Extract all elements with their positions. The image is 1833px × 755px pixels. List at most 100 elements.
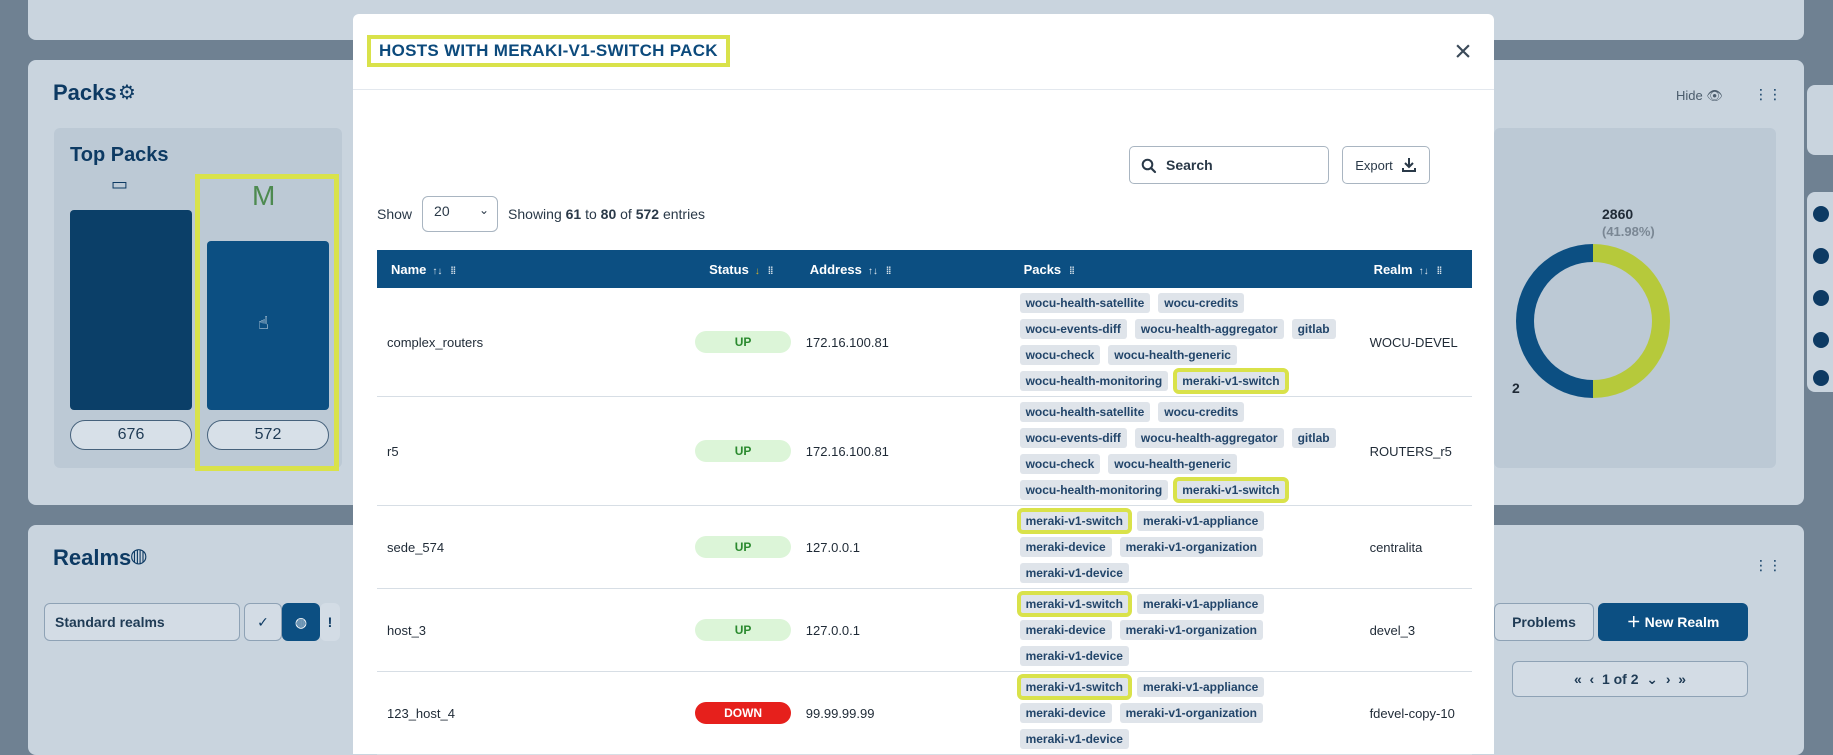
pack-tag[interactable]: wocu-health-aggregator (1134, 319, 1284, 339)
realm-filter-select[interactable]: Standard realms (44, 603, 240, 641)
hide-button[interactable]: Hide 👁 (1676, 88, 1723, 104)
pack-tag[interactable]: wocu-check (1019, 345, 1101, 365)
pack-tag[interactable]: meraki-v1-organization (1119, 620, 1263, 640)
host-name[interactable]: r5 (377, 396, 696, 506)
donut-partial-label: 2 (1512, 380, 1520, 396)
pack-tag[interactable]: meraki-v1-switch (1016, 674, 1132, 700)
pack-tag[interactable]: wocu-credits (1158, 293, 1245, 313)
pack-tag[interactable]: wocu-health-monitoring (1019, 480, 1169, 500)
alert-filter-button[interactable]: ! (320, 603, 340, 641)
pack-tag[interactable]: meraki-v1-device (1019, 729, 1129, 749)
chart-panel: 2860 (41.98%) 2 (1494, 128, 1776, 468)
pack-tag[interactable]: wocu-events-diff (1019, 319, 1127, 339)
check-filter-button[interactable]: ✓ (244, 603, 282, 641)
pack-tag[interactable]: wocu-health-generic (1108, 454, 1237, 474)
pack-tag[interactable]: meraki-v1-switch (1016, 508, 1132, 534)
host-address: 127.0.0.1 (795, 505, 1010, 589)
table-row[interactable]: r5 UP 172.16.100.81 wocu-health-satellite wo… (377, 396, 1472, 506)
column-header-name[interactable]: Name ↑↓ ⁞⁞ (377, 250, 696, 288)
pack-tag[interactable]: wocu-health-satellite (1019, 293, 1151, 313)
status-badge: UP (695, 331, 792, 353)
pack-tag[interactable]: wocu-health-aggregator (1134, 428, 1284, 448)
pack-tag[interactable]: gitlab (1291, 319, 1336, 339)
drag-handle-icon[interactable]: ⋮⋮ (1754, 86, 1782, 103)
donut-chart[interactable] (1516, 244, 1670, 398)
host-name[interactable]: sede_574 (377, 505, 696, 589)
column-header-address[interactable]: Address ↑↓ ⁞⁞ (795, 250, 1010, 288)
side-tab-icon[interactable] (1813, 332, 1829, 348)
pack-tag[interactable]: meraki-device (1019, 537, 1112, 557)
pack-tag[interactable]: meraki-v1-switch (1173, 477, 1289, 503)
pack-tag[interactable]: meraki-v1-switch (1173, 368, 1289, 394)
pack-tag[interactable]: meraki-v1-appliance (1136, 594, 1265, 614)
table-row[interactable]: sede_574 UP 127.0.0.1 meraki-v1-switch merak… (377, 505, 1472, 589)
side-tab-icon[interactable] (1813, 248, 1829, 264)
packs-cell: wocu-health-satellite wocu-credits wocu-ev… (1009, 396, 1360, 506)
host-name[interactable]: 123_host_4 (377, 671, 696, 755)
table-row[interactable]: 123_host_4 DOWN 99.99.99.99 meraki-v1-switc… (377, 671, 1472, 755)
pack-tag[interactable]: meraki-v1-organization (1119, 537, 1263, 557)
modal-header: HOSTS WITH MERAKI-V1-SWITCH PACK × (353, 14, 1494, 90)
pack-tag[interactable]: meraki-v1-appliance (1136, 677, 1265, 697)
pack-tag[interactable]: wocu-health-monitoring (1019, 371, 1169, 391)
pack-bar-1[interactable] (70, 210, 192, 410)
search-input[interactable] (1164, 155, 1314, 175)
pagination-label: 1 of 2 (1601, 671, 1639, 687)
entries-control: Show 20 ⌄ Showing 61 to 80 of 572 entrie… (377, 196, 705, 232)
pack-tag[interactable]: gitlab (1291, 428, 1336, 448)
new-realm-button[interactable]: ＋ New Realm (1598, 603, 1748, 641)
pack-tag[interactable]: wocu-check (1019, 454, 1101, 474)
pack-tag[interactable]: meraki-v1-device (1019, 646, 1129, 666)
pack-tag[interactable]: wocu-events-diff (1019, 428, 1127, 448)
host-address: 127.0.0.1 (795, 588, 1010, 672)
close-icon[interactable]: × (1450, 37, 1476, 67)
pack-tag[interactable]: meraki-v1-device (1019, 563, 1129, 583)
pack-tag[interactable]: wocu-credits (1158, 402, 1245, 422)
column-header-status[interactable]: Status ↓ ⁞⁞ (695, 250, 796, 288)
drag-handle-icon[interactable]: ⋮⋮ (1754, 557, 1782, 574)
globe-icon: ◍ (130, 545, 148, 567)
pack-tag[interactable]: meraki-v1-switch (1016, 591, 1132, 617)
pagination[interactable]: « ‹ 1 of 2 ⌄ › » (1512, 661, 1748, 697)
table-row[interactable]: host_3 UP 127.0.0.1 meraki-v1-switch meraki-… (377, 588, 1472, 672)
side-tab-icon[interactable] (1813, 370, 1829, 386)
status-cell: UP (695, 396, 796, 506)
host-realm: WOCU-DEVEL (1359, 288, 1472, 397)
pack-tag[interactable]: wocu-health-satellite (1019, 402, 1151, 422)
export-button[interactable]: Export (1342, 146, 1430, 184)
packs-cell: meraki-v1-switch meraki-v1-appliance merak… (1009, 588, 1360, 672)
top-packs-title: Top Packs (70, 144, 169, 166)
pack-tag[interactable]: meraki-v1-appliance (1136, 511, 1265, 531)
status-cell: UP (695, 588, 796, 672)
pack-count-1: 676 (70, 420, 192, 450)
show-label: Show (377, 206, 413, 222)
selected-pack-highlight (195, 174, 339, 471)
page-size-select[interactable]: 20 ⌄ (422, 196, 499, 232)
host-name[interactable]: host_3 (377, 588, 696, 672)
pack-tag[interactable]: meraki-device (1019, 703, 1112, 723)
search-icon (1141, 158, 1157, 174)
sort-icon: ↑↓ (432, 265, 443, 277)
hide-label: Hide (1676, 88, 1703, 103)
sort-icon: ↑↓ (1418, 265, 1429, 277)
pack-tag[interactable]: meraki-v1-organization (1119, 703, 1263, 723)
search-field[interactable] (1129, 146, 1329, 184)
host-name[interactable]: complex_routers (377, 288, 696, 397)
side-tab-icon[interactable] (1813, 290, 1829, 306)
status-badge: UP (695, 536, 792, 558)
gears-icon[interactable]: ⚙ (118, 80, 136, 105)
table-row[interactable]: complex_routers UP 172.16.100.81 wocu-healt… (377, 288, 1472, 397)
globe-filter-button[interactable]: ◍ (282, 603, 320, 641)
column-header-packs[interactable]: Packs ⁞⁞ (1009, 250, 1360, 288)
page-size-value: 20 (434, 203, 450, 219)
hosts-modal: HOSTS WITH MERAKI-V1-SWITCH PACK × Expor… (353, 14, 1494, 755)
pack-tag[interactable]: meraki-device (1019, 620, 1112, 640)
eye-icon: 👁 (1706, 88, 1723, 103)
column-header-realm[interactable]: Realm ↑↓ ⁞⁞ (1359, 250, 1472, 288)
side-tab-icon[interactable] (1813, 206, 1829, 222)
status-badge: UP (695, 619, 792, 641)
packs-cell: meraki-v1-switch meraki-v1-appliance merak… (1009, 671, 1360, 755)
problems-sort-button[interactable]: Problems (1494, 603, 1594, 641)
pack-tag[interactable]: wocu-health-generic (1108, 345, 1237, 365)
packs-cell: wocu-health-satellite wocu-credits wocu-ev… (1009, 288, 1360, 397)
